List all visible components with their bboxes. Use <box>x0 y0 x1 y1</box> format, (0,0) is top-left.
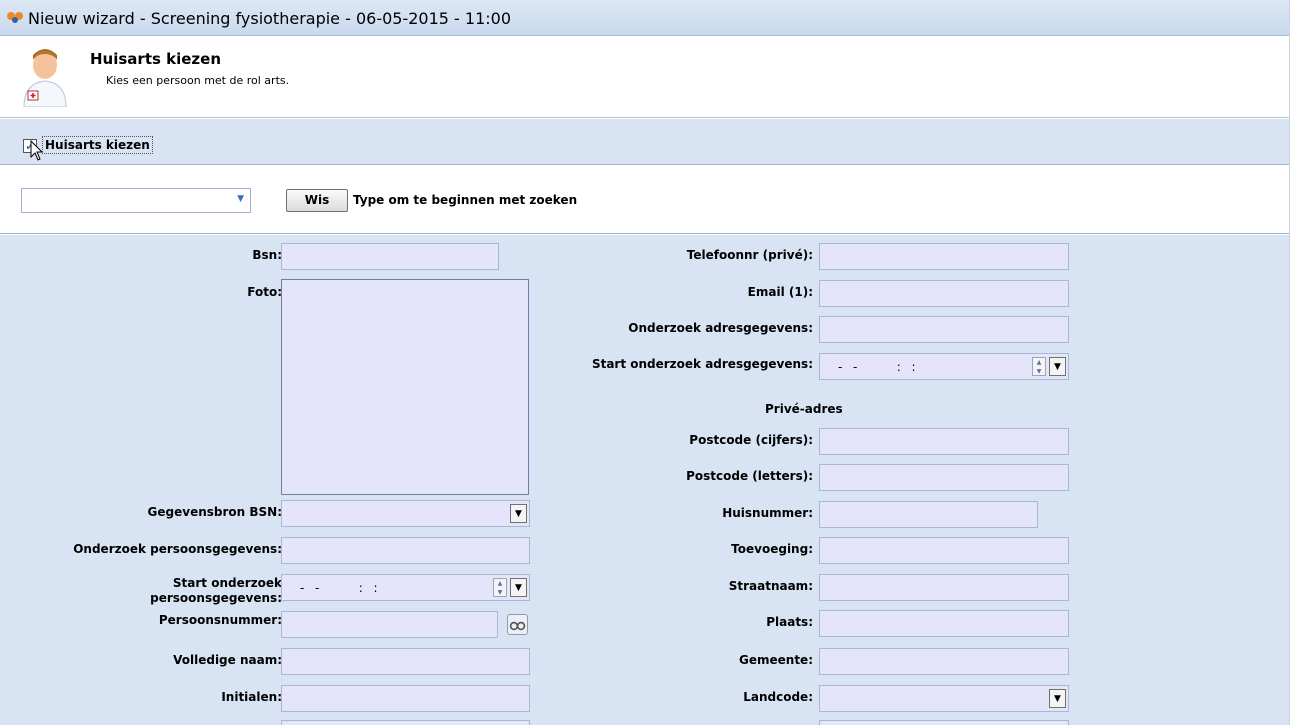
persoonsnummer-label: Persoonsnummer: <box>158 613 282 627</box>
doctor-avatar-icon <box>23 49 67 107</box>
huisarts-checkbox-label[interactable]: Huisarts kiezen <box>42 136 153 154</box>
spin-buttons[interactable]: ▲ ▼ <box>493 578 507 597</box>
toevoeging-field[interactable] <box>819 537 1069 564</box>
onderzoek-adres-label: Onderzoek adresgegevens: <box>628 321 813 335</box>
huisnummer-field[interactable] <box>819 501 1038 528</box>
binoculars-icon <box>509 621 526 631</box>
straatnaam-field[interactable] <box>819 574 1069 601</box>
postcode-letters-label: Postcode (letters): <box>686 469 813 483</box>
search-hint: Type om te beginnen met zoeken <box>353 193 578 207</box>
start-onderzoek-label-line2: persoonsgegevens: <box>150 591 282 605</box>
search-combobox[interactable]: ▼ <box>21 188 251 213</box>
huisarts-checkbox-row: ✓ Huisarts kiezen <box>0 119 1300 164</box>
huisnummer-label: Huisnummer: <box>722 506 813 520</box>
partial-field-left[interactable] <box>281 720 530 725</box>
plaats-label: Plaats: <box>766 615 813 629</box>
window-title: Nieuw wizard - Screening fysiotherapie -… <box>28 9 511 28</box>
gegevensbron-select[interactable]: ▼ <box>281 500 530 527</box>
volledige-naam-label: Volledige naam: <box>173 653 282 667</box>
volledige-naam-field[interactable] <box>281 648 530 675</box>
bsn-field[interactable] <box>281 243 499 270</box>
persoonsnummer-field[interactable] <box>281 611 498 638</box>
photo-box[interactable] <box>281 279 529 495</box>
telefoon-field[interactable] <box>819 243 1069 270</box>
lookup-button[interactable] <box>507 614 528 635</box>
window-titlebar: Nieuw wizard - Screening fysiotherapie -… <box>0 0 1300 36</box>
postcode-cijfers-field[interactable] <box>819 428 1069 455</box>
email-field[interactable] <box>819 280 1069 307</box>
landcode-label: Landcode: <box>743 690 813 704</box>
dropdown-arrow-icon[interactable]: ▼ <box>1049 689 1066 708</box>
plaats-field[interactable] <box>819 610 1069 637</box>
dropdown-arrow-icon[interactable]: ▼ <box>510 578 527 597</box>
start-onderzoek-adres-label: Start onderzoek adresgegevens: <box>591 357 813 371</box>
initialen-field[interactable] <box>281 685 530 712</box>
postcode-cijfers-label: Postcode (cijfers): <box>689 433 813 447</box>
start-onderzoek-label-line1: Start onderzoek <box>172 576 282 590</box>
spin-buttons[interactable]: ▲ ▼ <box>1032 357 1046 376</box>
clear-button[interactable]: Wis <box>286 189 348 212</box>
gemeente-field[interactable] <box>819 648 1069 675</box>
foto-label: Foto: <box>247 285 282 299</box>
app-logo-icon <box>7 12 23 23</box>
onderzoek-persoonsgegevens-label: Onderzoek persoonsgegevens: <box>73 542 282 556</box>
initialen-label: Initialen: <box>221 690 282 704</box>
wizard-step-title: Huisarts kiezen <box>90 50 222 68</box>
wizard-step-subtitle: Kies een persoon met de rol arts. <box>106 74 290 87</box>
start-onderzoek-datetime[interactable]: - - : : ▲ ▼ ▼ <box>281 574 530 601</box>
dropdown-arrow-icon[interactable]: ▼ <box>510 504 527 523</box>
onderzoek-persoonsgegevens-field[interactable] <box>281 537 530 564</box>
gemeente-label: Gemeente: <box>739 653 813 667</box>
person-form: Bsn: Foto: Gegevensbron BSN: ▼ Onderzoek… <box>0 235 1300 725</box>
gegevensbron-label: Gegevensbron BSN: <box>147 505 282 519</box>
search-bar: ▼ Wis Type om te beginnen met zoeken <box>0 164 1300 234</box>
prive-adres-heading: Privé-adres <box>765 402 843 416</box>
landcode-select[interactable]: ▼ <box>819 685 1069 712</box>
bsn-label: Bsn: <box>252 248 282 262</box>
window-right-edge <box>1289 0 1300 725</box>
start-onderzoek-adres-datetime[interactable]: - - : : ▲ ▼ ▼ <box>819 353 1069 380</box>
straatnaam-label: Straatnaam: <box>728 579 813 593</box>
datetime-mask: - - : : <box>300 581 379 595</box>
chevron-down-icon: ▼ <box>237 194 244 204</box>
wizard-header: Huisarts kiezen Kies een persoon met de … <box>0 36 1300 118</box>
postcode-letters-field[interactable] <box>819 464 1069 491</box>
onderzoek-adres-field[interactable] <box>819 316 1069 343</box>
mouse-cursor-icon <box>30 140 44 161</box>
datetime-mask: - - : : <box>838 360 917 374</box>
partial-field-right[interactable] <box>819 720 1069 725</box>
email-label: Email (1): <box>747 285 813 299</box>
toevoeging-label: Toevoeging: <box>731 542 813 556</box>
telefoon-label: Telefoonnr (privé): <box>686 248 813 262</box>
dropdown-arrow-icon[interactable]: ▼ <box>1049 357 1066 376</box>
